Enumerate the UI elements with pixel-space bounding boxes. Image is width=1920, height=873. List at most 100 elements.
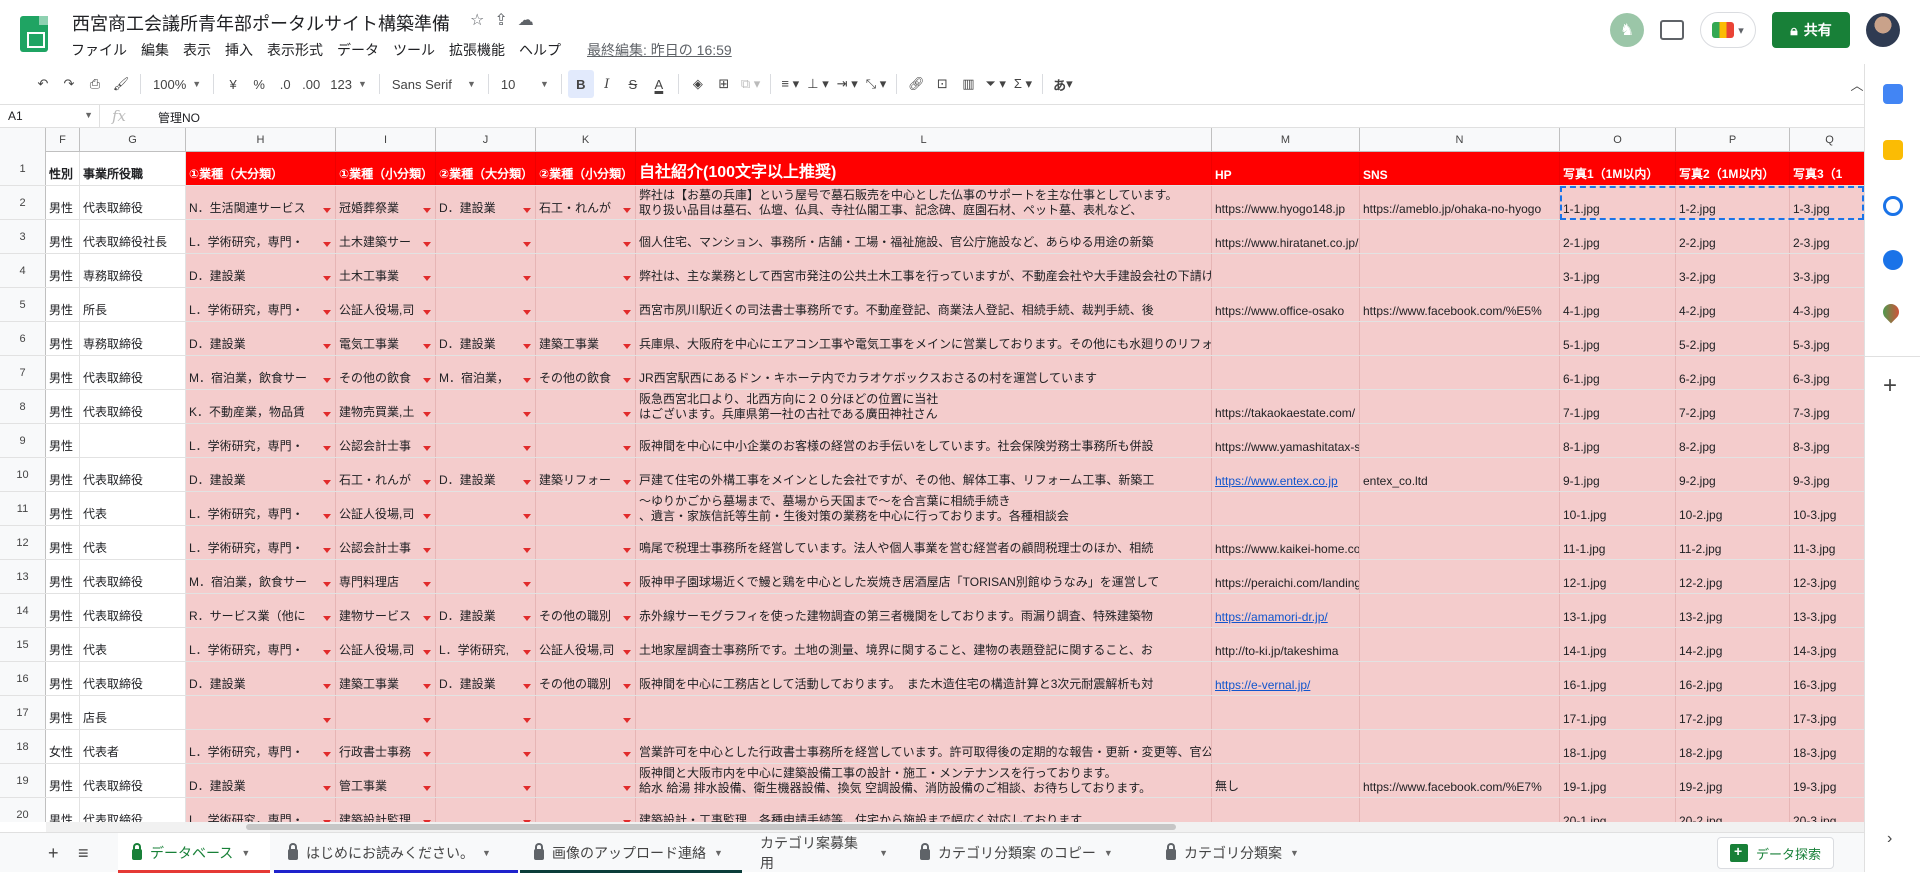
intro-cell[interactable]: 西宮市夙川駅近くの司法書士事務所です。不動産登記、商業法人登記、相続手続、裁判手… — [636, 288, 1212, 321]
industry1-major-cell[interactable]: R．サービス業（他に — [186, 594, 336, 627]
vertical-align-icon[interactable]: ⊥ ▾ — [803, 70, 832, 98]
industry1-major-cell[interactable]: L．学術研究，専門・ — [186, 492, 336, 525]
sns-cell[interactable]: https://www.facebook.com/%E7% — [1360, 764, 1560, 797]
photo1-cell[interactable]: 8-1.jpg — [1560, 424, 1676, 457]
gender-cell[interactable]: 男性 — [46, 492, 80, 525]
gender-cell[interactable]: 男性 — [46, 356, 80, 389]
currency-format-button[interactable]: ¥ — [220, 70, 246, 98]
industry2-minor-cell[interactable] — [536, 764, 636, 797]
dropdown-arrow-icon[interactable] — [623, 480, 631, 485]
dropdown-arrow-icon[interactable] — [623, 446, 631, 451]
dropdown-arrow-icon[interactable] — [423, 786, 431, 791]
dropdown-arrow-icon[interactable] — [423, 514, 431, 519]
industry1-minor-cell[interactable]: 行政書士事務 — [336, 730, 436, 763]
header-cell[interactable]: ②業種（大分類） — [436, 152, 536, 185]
industry2-minor-cell[interactable] — [536, 220, 636, 253]
column-header-P[interactable]: P — [1676, 128, 1790, 152]
industry2-major-cell[interactable]: L．学術研究, — [436, 628, 536, 661]
sns-cell[interactable] — [1360, 730, 1560, 763]
dropdown-arrow-icon[interactable] — [523, 310, 531, 315]
row-number[interactable]: 20 — [0, 798, 46, 822]
share-button[interactable]: 🔒︎ 共有 — [1772, 12, 1850, 48]
hp-cell[interactable] — [1212, 798, 1360, 822]
photo2-cell[interactable]: 7-2.jpg — [1676, 390, 1790, 423]
gender-cell[interactable]: 男性 — [46, 322, 80, 355]
gender-cell[interactable]: 男性 — [46, 628, 80, 661]
dropdown-arrow-icon[interactable] — [523, 480, 531, 485]
dropdown-arrow-icon[interactable] — [323, 446, 331, 451]
hp-cell[interactable] — [1212, 322, 1360, 355]
dropdown-arrow-icon[interactable] — [323, 582, 331, 587]
column-header-L[interactable]: L — [636, 128, 1212, 152]
gender-cell[interactable]: 男性 — [46, 696, 80, 729]
gender-cell[interactable]: 男性 — [46, 594, 80, 627]
header-cell[interactable]: 性別 — [46, 152, 80, 185]
insert-comment-icon[interactable]: ⊡ — [929, 70, 955, 98]
sns-cell[interactable] — [1360, 356, 1560, 389]
dropdown-arrow-icon[interactable] — [623, 412, 631, 417]
row-number[interactable]: 11 — [0, 492, 46, 525]
industry1-major-cell[interactable] — [186, 696, 336, 729]
dropdown-arrow-icon[interactable] — [423, 378, 431, 383]
industry1-minor-cell[interactable] — [336, 696, 436, 729]
row-number[interactable]: 5 — [0, 288, 46, 321]
photo1-cell[interactable]: 2-1.jpg — [1560, 220, 1676, 253]
menu-help[interactable]: ヘルプ — [512, 38, 568, 62]
photo1-cell[interactable]: 10-1.jpg — [1560, 492, 1676, 525]
dropdown-arrow-icon[interactable] — [423, 276, 431, 281]
industry1-major-cell[interactable]: M．宿泊業，飲食サー — [186, 356, 336, 389]
input-tools-icon[interactable]: あ ▾ — [1049, 70, 1077, 98]
industry2-minor-cell[interactable]: 公証人役場,司 — [536, 628, 636, 661]
dropdown-arrow-icon[interactable] — [523, 718, 531, 723]
hp-cell[interactable]: https://www.yamashitatax-sr.jp/ — [1212, 424, 1360, 457]
dropdown-arrow-icon[interactable] — [423, 344, 431, 349]
font-family-select[interactable]: Sans Serif ▼ — [386, 70, 482, 98]
position-cell[interactable]: 専務取締役 — [80, 322, 186, 355]
sns-cell[interactable] — [1360, 424, 1560, 457]
industry2-minor-cell[interactable]: 建築リフォー — [536, 458, 636, 491]
hp-cell[interactable]: https://e-vernal.jp/ — [1212, 662, 1360, 695]
industry2-minor-cell[interactable]: 石工・れんが — [536, 186, 636, 219]
sns-cell[interactable]: https://ameblo.jp/ohaka-no-hyogo — [1360, 186, 1560, 219]
horizontal-align-icon[interactable]: ≡ ▾ — [777, 70, 803, 98]
gender-cell[interactable]: 女性 — [46, 730, 80, 763]
industry2-major-cell[interactable] — [436, 764, 536, 797]
star-icon[interactable]: ☆ — [470, 10, 484, 30]
hp-cell[interactable]: https://amamori-dr.jp/ — [1212, 594, 1360, 627]
intro-cell[interactable]: 戸建て住宅の外構工事をメインとした会社ですが、その他、解体工事、リフォーム工事、… — [636, 458, 1212, 491]
industry1-minor-cell[interactable]: 冠婚葬祭業 — [336, 186, 436, 219]
strikethrough-icon[interactable]: S — [620, 70, 646, 98]
industry2-major-cell[interactable]: D．建設業 — [436, 186, 536, 219]
photo3-cell[interactable]: 1-3.jpg — [1790, 186, 1864, 219]
industry1-minor-cell[interactable]: 建築工事業 — [336, 662, 436, 695]
industry1-minor-cell[interactable]: 建築設計監理 — [336, 798, 436, 822]
gender-cell[interactable]: 男性 — [46, 662, 80, 695]
hp-cell[interactable]: https://www.entex.co.jp — [1212, 458, 1360, 491]
last-edit-link[interactable]: 最終編集: 昨日の 16:59 — [587, 40, 732, 60]
industry2-major-cell[interactable] — [436, 730, 536, 763]
dropdown-arrow-icon[interactable] — [523, 786, 531, 791]
zoom-select[interactable]: 100% ▼ — [147, 70, 207, 98]
row-number[interactable]: 7 — [0, 356, 46, 389]
photo2-cell[interactable]: 19-2.jpg — [1676, 764, 1790, 797]
industry2-major-cell[interactable] — [436, 798, 536, 822]
photo3-cell[interactable]: 19-3.jpg — [1790, 764, 1864, 797]
photo2-cell[interactable]: 17-2.jpg — [1676, 696, 1790, 729]
column-header-J[interactable]: J — [436, 128, 536, 152]
gender-cell[interactable]: 男性 — [46, 186, 80, 219]
intro-cell[interactable]: 個人住宅、マンション、事務所・店舗・工場・福祉施設、官公庁施設など、あらゆる用途… — [636, 220, 1212, 253]
dropdown-arrow-icon[interactable] — [523, 684, 531, 689]
row-number[interactable]: 4 — [0, 254, 46, 287]
industry2-minor-cell[interactable] — [536, 492, 636, 525]
photo3-cell[interactable]: 18-3.jpg — [1790, 730, 1864, 763]
hp-cell[interactable] — [1212, 356, 1360, 389]
industry2-major-cell[interactable] — [436, 254, 536, 287]
sheet-tab[interactable]: カテゴリ分類案 のコピー ▼ — [906, 833, 1148, 873]
dropdown-arrow-icon[interactable] — [623, 310, 631, 315]
redo-icon[interactable]: ↷ — [56, 70, 82, 98]
dropdown-arrow-icon[interactable] — [623, 276, 631, 281]
dropdown-arrow-icon[interactable] — [323, 718, 331, 723]
photo3-cell[interactable]: 5-3.jpg — [1790, 322, 1864, 355]
dropdown-arrow-icon[interactable] — [423, 208, 431, 213]
dropdown-arrow-icon[interactable] — [323, 616, 331, 621]
